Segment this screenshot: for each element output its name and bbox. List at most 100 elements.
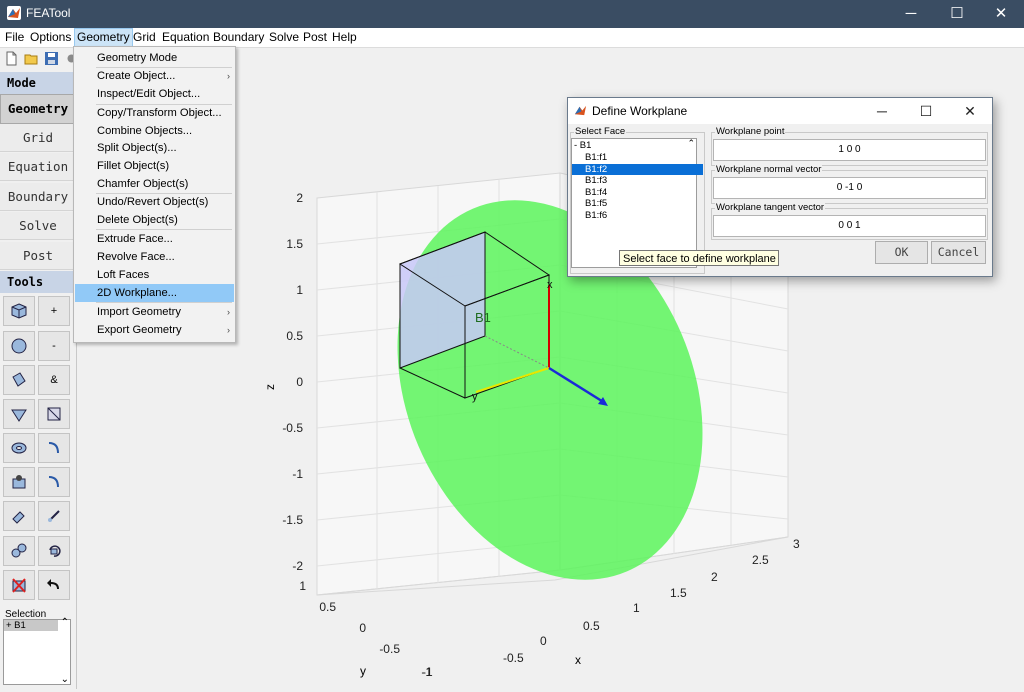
y-tick: -1 — [421, 665, 432, 679]
transform-object-button[interactable] — [3, 501, 35, 531]
menu-item-copy-transform[interactable]: Copy/Transform Object... — [75, 104, 234, 122]
create-sphere-button[interactable] — [3, 331, 35, 361]
intersect-button[interactable]: & — [38, 365, 70, 395]
menu-item-export-geometry[interactable]: Export Geometry › — [75, 321, 234, 339]
create-cube-button[interactable] — [3, 296, 35, 326]
menu-item-delete[interactable]: Delete Object(s) — [75, 211, 234, 229]
face-item[interactable]: B1:f3 — [572, 175, 703, 187]
list-scroll-up[interactable]: ⌃ — [687, 138, 695, 149]
scroll-up-arrow[interactable]: ⌃ — [61, 617, 69, 628]
matlab-app-icon — [7, 6, 21, 20]
mode-grid-button[interactable]: Grid — [0, 124, 76, 152]
z-tick: 1.5 — [286, 237, 303, 251]
menu-file[interactable]: File — [3, 28, 26, 47]
menu-help[interactable]: Help — [330, 28, 359, 47]
local-y-label: y — [472, 391, 478, 403]
extrude-button[interactable] — [38, 501, 70, 531]
menu-post[interactable]: Post — [301, 28, 329, 47]
mode-solve-button[interactable]: Solve — [0, 212, 76, 240]
ok-button[interactable]: OK — [875, 241, 928, 264]
combine-button[interactable] — [38, 399, 70, 429]
mode-boundary-button[interactable]: Boundary — [0, 183, 76, 211]
chamfer-button[interactable] — [38, 467, 70, 497]
face-list[interactable]: - B1 B1:f1 B1:f2 B1:f3 B1:f4 B1:f5 B1:f6… — [571, 138, 703, 268]
undo-button[interactable] — [38, 570, 70, 600]
x-tick: 2.5 — [752, 553, 769, 567]
tangent-vector-input[interactable]: 0 0 1 — [713, 215, 986, 237]
dialog-close-button[interactable]: ✕ — [948, 98, 992, 124]
union-button[interactable]: + — [38, 296, 70, 326]
create-cylinder-button[interactable] — [3, 365, 35, 395]
face-tree-root[interactable]: - B1 — [572, 140, 692, 152]
menu-geometry[interactable]: Geometry — [74, 28, 133, 47]
z-tick: -1 — [292, 467, 303, 481]
create-torus-button[interactable] — [3, 433, 35, 463]
menu-boundary[interactable]: Boundary — [211, 28, 266, 47]
menu-item-geometry-mode[interactable]: Geometry Mode — [75, 49, 234, 67]
y-tick: 0 — [359, 621, 366, 635]
torus-icon — [11, 442, 27, 454]
menu-solve[interactable]: Solve — [267, 28, 301, 47]
dialog-maximize-button[interactable]: ☐ — [904, 98, 948, 124]
menu-item-create-object[interactable]: Create Object... › — [75, 67, 234, 85]
revolve-button[interactable] — [38, 536, 70, 566]
normal-vector-label: Workplane normal vector — [715, 164, 823, 175]
mode-post-button[interactable]: Post — [0, 242, 76, 270]
dialog-minimize-button[interactable]: ─ — [860, 98, 904, 124]
transform-icon — [12, 511, 25, 524]
face-item[interactable]: B1:f6 — [572, 210, 703, 222]
minimize-button[interactable]: ─ — [888, 0, 934, 28]
menu-item-fillet[interactable]: Fillet Object(s) — [75, 157, 234, 175]
save-icon[interactable] — [44, 51, 59, 66]
workplane-point-label: Workplane point — [715, 126, 786, 137]
scroll-down-arrow[interactable]: ⌄ — [61, 674, 69, 685]
chamfer-icon — [48, 476, 59, 488]
subtract-button[interactable]: - — [38, 331, 70, 361]
x-tick: 1.5 — [670, 586, 687, 600]
z-tick: -1.5 — [282, 513, 303, 527]
combine-icon — [47, 407, 61, 421]
submenu-arrow-icon: › — [227, 307, 230, 317]
menu-item-undo-revert[interactable]: Undo/Revert Object(s) — [75, 193, 234, 211]
face-item[interactable]: B1:f1 — [572, 152, 703, 164]
menu-item-combine[interactable]: Combine Objects... — [75, 122, 234, 140]
new-file-icon[interactable] — [4, 51, 19, 66]
dialog-title: Define Workplane — [592, 104, 688, 118]
menu-item-split[interactable]: Split Object(s)... — [75, 139, 234, 157]
maximize-button[interactable]: ☐ — [934, 0, 980, 28]
mode-equation-button[interactable]: Equation — [0, 153, 76, 181]
face-item[interactable]: B1:f5 — [572, 198, 703, 210]
window-title: FEATool — [26, 6, 71, 20]
delete-object-button[interactable] — [3, 570, 35, 600]
menu-item-2d-workplane[interactable]: 2D Workplane... — [75, 284, 234, 302]
menu-options[interactable]: Options — [28, 28, 73, 47]
fillet-button[interactable] — [38, 433, 70, 463]
menu-item-revolve-face[interactable]: Revolve Face... — [75, 248, 234, 266]
delete-icon — [12, 578, 26, 593]
close-button[interactable]: ✕ — [978, 0, 1024, 28]
submenu-arrow-icon: › — [227, 325, 230, 335]
face-item[interactable]: B1:f4 — [572, 187, 703, 199]
menu-grid[interactable]: Grid — [131, 28, 158, 47]
mode-label: Mode — [0, 72, 76, 94]
face-item-selected[interactable]: B1:f2 — [572, 163, 703, 175]
selection-list[interactable]: + B1 ⌃ ⌄ — [3, 617, 71, 685]
cancel-button[interactable]: Cancel — [931, 241, 986, 264]
menu-equation[interactable]: Equation — [160, 28, 211, 47]
y-tick: 1 — [299, 579, 306, 593]
menu-item-extrude-face[interactable]: Extrude Face... — [75, 230, 234, 248]
menu-item-import-geometry[interactable]: Import Geometry › — [75, 303, 234, 321]
selection-item[interactable]: + B1 — [4, 620, 58, 631]
inspect-object-button[interactable] — [3, 467, 35, 497]
menu-item-chamfer[interactable]: Chamfer Object(s) — [75, 175, 234, 193]
create-cone-button[interactable] — [3, 399, 35, 429]
mode-geometry-button[interactable]: Geometry — [0, 94, 76, 124]
x-tick: 2 — [711, 570, 718, 584]
workplane-point-input[interactable]: 1 0 0 — [713, 139, 986, 161]
menu-item-loft-faces[interactable]: Loft Faces — [75, 266, 234, 284]
geometry-menu: Geometry Mode Create Object... › Inspect/… — [73, 46, 236, 343]
normal-vector-input[interactable]: 0 -1 0 — [713, 177, 986, 199]
menu-item-inspect-edit[interactable]: Inspect/Edit Object... — [75, 85, 234, 103]
open-folder-icon[interactable] — [24, 51, 39, 66]
split-object-button[interactable] — [3, 536, 35, 566]
